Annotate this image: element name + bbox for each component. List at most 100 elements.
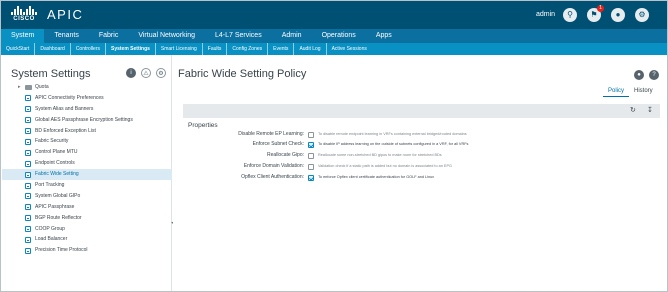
pin-icon[interactable]: ●	[634, 70, 644, 80]
help-icon[interactable]: ?	[649, 70, 659, 80]
item-icon	[25, 193, 31, 200]
tree-item-precision-time-protocol[interactable]: Precision Time Protocol	[2, 245, 172, 256]
cisco-wordmark: CISCO	[13, 16, 35, 22]
info-icon[interactable]: i	[126, 68, 136, 78]
item-icon	[25, 138, 31, 145]
download-icon[interactable]: ↧	[647, 106, 653, 114]
item-icon	[25, 160, 31, 167]
search-icon[interactable]: ⚲	[563, 8, 577, 22]
tree-item-global-aes-passphrase[interactable]: Global AES Passphrase Encryption Setting…	[2, 115, 172, 126]
subtab-events[interactable]: Events	[268, 43, 295, 55]
app-title: APIC	[47, 7, 84, 22]
field-disable-remote-ep-learning: Disable Remote EP Learning: To disable r…	[173, 131, 667, 140]
field-enforce-domain-validation: Enforce Domain Validation: Validation ch…	[173, 163, 667, 172]
tab-fabric[interactable]: Fabric	[89, 29, 128, 43]
tree-item-system-global-gipo[interactable]: System Global GIPo	[2, 191, 172, 202]
alert-icon[interactable]: ⚠	[141, 68, 151, 78]
tree-item-coop-group[interactable]: COOP Group	[2, 224, 172, 235]
tree-item-control-plane-mtu[interactable]: Control Plane MTU	[2, 147, 172, 158]
left-panel: System Settings i ⚠ ⚙ ▸ Quota APIC Connec…	[2, 55, 172, 291]
top-bar: CISCO APIC admin ⚲ ⚑ 1 ● ⚙	[1, 1, 667, 29]
tab-tenants[interactable]: Tenants	[44, 29, 89, 43]
tree-item-endpoint-controls[interactable]: Endpoint Controls	[2, 158, 172, 169]
checkbox-enforce-subnet-check[interactable]	[308, 142, 314, 148]
item-icon	[25, 95, 31, 102]
item-icon	[25, 171, 31, 178]
checkbox-disable-remote-ep-learning[interactable]	[308, 132, 314, 138]
field-label: Enforce Subnet Check:	[252, 141, 304, 147]
field-enforce-subnet-check: Enforce Subnet Check: To disable IP addr…	[173, 141, 667, 150]
navigation-tree: ▸ Quota APIC Connectivity Preferences Sys…	[2, 82, 172, 256]
field-label: Reallocate Gipo:	[267, 152, 304, 158]
subtab-dashboard[interactable]: Dashboard	[35, 43, 71, 55]
folder-icon	[25, 85, 32, 90]
sub-nav: QuickStart Dashboard Controllers System …	[1, 43, 667, 55]
tree-item-fabric-wide-setting[interactable]: Fabric Wide Setting	[2, 169, 172, 181]
subtab-system-settings[interactable]: System Settings	[106, 43, 156, 55]
apic-window: CISCO APIC admin ⚲ ⚑ 1 ● ⚙ System Tenants…	[0, 0, 668, 292]
subtab-faults[interactable]: Faults	[203, 43, 228, 55]
item-icon	[25, 247, 31, 254]
tree-item-fabric-security[interactable]: Fabric Security	[2, 136, 172, 147]
field-description: To enforce Opflex client certificate aut…	[318, 175, 435, 179]
expand-arrow-icon[interactable]: ▸	[18, 82, 21, 93]
field-description: Validation check if a static path is add…	[318, 164, 452, 168]
subtab-audit-log[interactable]: Audit Log	[294, 43, 327, 55]
item-icon	[25, 117, 31, 124]
item-icon	[25, 236, 31, 243]
left-panel-title: System Settings	[11, 68, 91, 80]
tree-item-apic-connectivity-preferences[interactable]: APIC Connectivity Preferences	[2, 93, 172, 104]
tree-item-apic-passphrase[interactable]: APIC Passphrase	[2, 202, 172, 213]
item-icon	[25, 106, 31, 113]
subtab-active-sessions[interactable]: Active Sessions	[327, 43, 372, 55]
gear-icon[interactable]: ⚙	[635, 8, 649, 22]
tab-operations[interactable]: Operations	[312, 29, 366, 43]
gear-icon[interactable]: ⚙	[156, 68, 166, 78]
tree-item-system-alias-and-banners[interactable]: System Alias and Banners	[2, 104, 172, 115]
notification-badge: 1	[597, 5, 604, 12]
field-label: Disable Remote EP Learning:	[238, 131, 304, 137]
item-icon	[25, 215, 31, 222]
tree-item-bgp-route-reflector[interactable]: BGP Route Reflector	[2, 213, 172, 224]
item-icon	[25, 182, 31, 189]
item-icon	[25, 128, 31, 135]
field-label: Opflex Client Authentication:	[241, 174, 304, 180]
field-description: To disable IP address learning on the ou…	[318, 142, 469, 146]
user-icon[interactable]: ●	[611, 8, 625, 22]
page-title: Fabric Wide Setting Policy	[178, 68, 307, 80]
refresh-icon[interactable]: ↻	[630, 106, 636, 114]
toolbar: ↻ ↧	[183, 104, 660, 118]
bell-icon[interactable]: ⚑ 1	[587, 5, 604, 22]
subtab-config-zones[interactable]: Config Zones	[227, 43, 269, 55]
item-icon	[25, 226, 31, 233]
checkbox-opflex-client-authentication[interactable]	[308, 175, 314, 181]
user-name[interactable]: admin	[536, 11, 555, 18]
policy-tabs: Policy History	[603, 86, 658, 97]
tab-l4-l7-services[interactable]: L4-L7 Services	[205, 29, 272, 43]
tab-system[interactable]: System	[1, 29, 45, 43]
field-description: To disable remote endpoint learning in V…	[318, 132, 467, 136]
tab-apps[interactable]: Apps	[366, 29, 402, 43]
section-title: Properties	[188, 122, 218, 129]
field-label: Enforce Domain Validation:	[243, 163, 304, 169]
tab-policy[interactable]: Policy	[603, 86, 630, 97]
subtab-controllers[interactable]: Controllers	[71, 43, 106, 55]
subtab-smart-licensing[interactable]: Smart Licensing	[156, 43, 203, 55]
field-opflex-client-authentication: Opflex Client Authentication: To enforce…	[173, 174, 667, 183]
subtab-quickstart[interactable]: QuickStart	[1, 43, 36, 55]
field-reallocate-gipo: Reallocate Gipo: Reallocate some non-str…	[173, 152, 667, 161]
tree-item-bd-enforced-exception-list[interactable]: BD Enforced Exception List	[2, 126, 172, 137]
main-nav: System Tenants Fabric Virtual Networking…	[1, 29, 667, 43]
field-description: Reallocate some non-stretched BD gipos t…	[318, 153, 442, 157]
tree-item-quota[interactable]: ▸ Quota	[2, 82, 172, 93]
tree-item-port-tracking[interactable]: Port Tracking	[2, 180, 172, 191]
item-icon	[25, 149, 31, 156]
checkbox-reallocate-gipo[interactable]	[308, 153, 314, 159]
tab-admin[interactable]: Admin	[272, 29, 312, 43]
tab-virtual-networking[interactable]: Virtual Networking	[128, 29, 205, 43]
checkbox-enforce-domain-validation[interactable]	[308, 164, 314, 170]
main-panel: Fabric Wide Setting Policy ● ? Policy Hi…	[173, 55, 667, 291]
tree-item-load-balancer[interactable]: Load Balancer	[2, 234, 172, 245]
item-icon	[25, 204, 31, 211]
tab-history[interactable]: History	[629, 86, 658, 97]
